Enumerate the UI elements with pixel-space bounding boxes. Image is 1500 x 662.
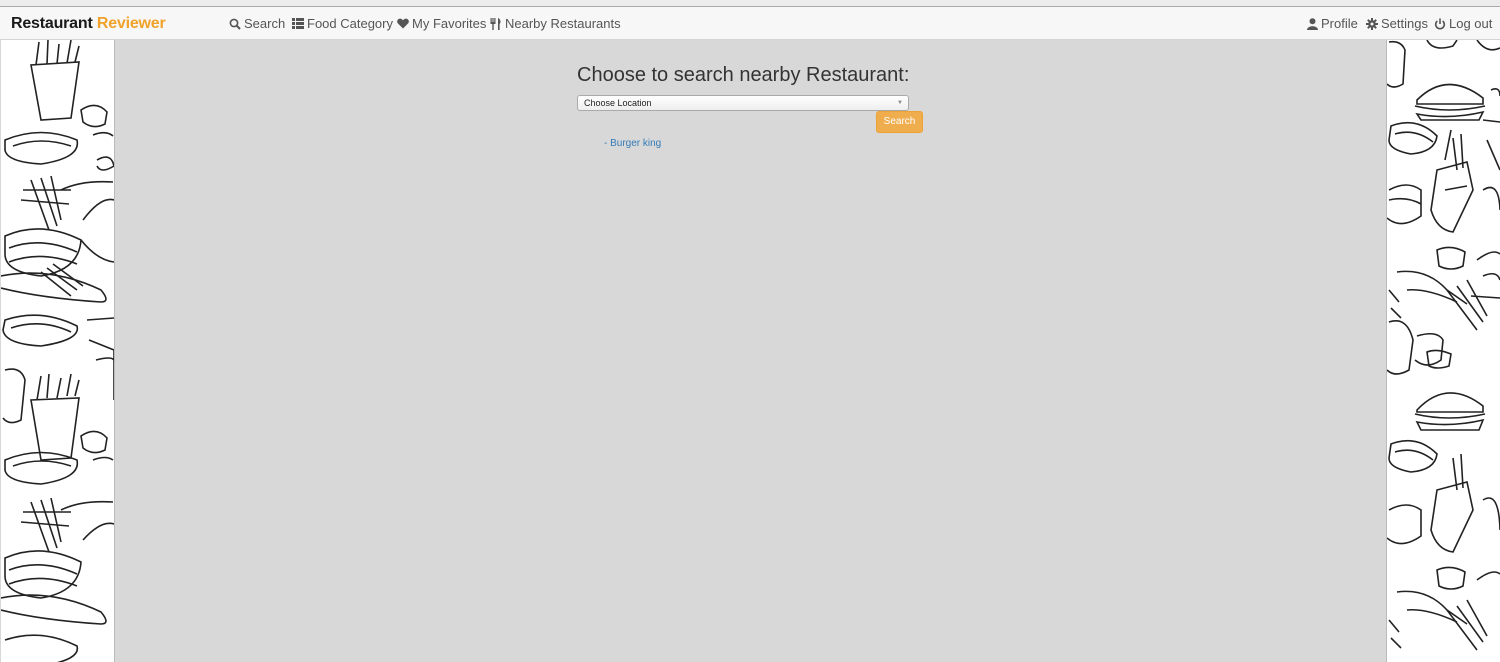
user-icon: [1307, 17, 1318, 30]
right-food-doodle-panel: [1386, 40, 1500, 662]
nav-search[interactable]: Search: [229, 16, 285, 31]
chevron-down-icon: ▼: [897, 100, 903, 106]
power-icon: [1434, 18, 1446, 29]
window-top-border: [0, 0, 1500, 7]
search-button[interactable]: Search: [876, 111, 923, 133]
nav-food-category-label: Food Category: [307, 16, 393, 31]
location-select-value: Choose Location: [584, 98, 652, 108]
brand-name-part2: Reviewer: [96, 15, 166, 32]
nav-nearby-restaurants-label: Nearby Restaurants: [505, 16, 621, 31]
nav-profile-label: Profile: [1321, 16, 1358, 31]
nav-logout[interactable]: Log out: [1434, 16, 1492, 31]
food-doodle-pattern: [1, 40, 114, 662]
nav-my-favorites-label: My Favorites: [412, 16, 487, 31]
location-select[interactable]: Choose Location ▼: [577, 95, 909, 111]
cutlery-icon: [490, 17, 501, 30]
search-icon: [229, 18, 241, 30]
navbar: Restaurant Reviewer Search Food Category…: [0, 7, 1500, 40]
nav-profile[interactable]: Profile: [1307, 16, 1358, 31]
nav-search-label: Search: [244, 16, 286, 31]
brand-name-part1: Restaurant: [11, 15, 93, 32]
list-icon: [292, 18, 304, 29]
nav-my-favorites[interactable]: My Favorites: [397, 16, 486, 31]
brand-logo[interactable]: Restaurant Reviewer: [11, 15, 166, 33]
nav-food-category[interactable]: Food Category: [292, 16, 393, 31]
gear-icon: [1366, 17, 1378, 30]
food-doodle-pattern: [1387, 40, 1500, 651]
nav-logout-label: Log out: [1449, 16, 1493, 31]
nav-settings-label: Settings: [1381, 16, 1428, 31]
nav-settings[interactable]: Settings: [1366, 16, 1428, 31]
restaurant-result-link[interactable]: - Burger king: [604, 138, 661, 149]
heart-icon: [397, 18, 409, 29]
page-title: Choose to search nearby Restaurant:: [577, 64, 910, 86]
main-content: [114, 40, 1386, 662]
left-food-doodle-panel: [1, 40, 115, 662]
nav-nearby-restaurants[interactable]: Nearby Restaurants: [490, 16, 621, 31]
